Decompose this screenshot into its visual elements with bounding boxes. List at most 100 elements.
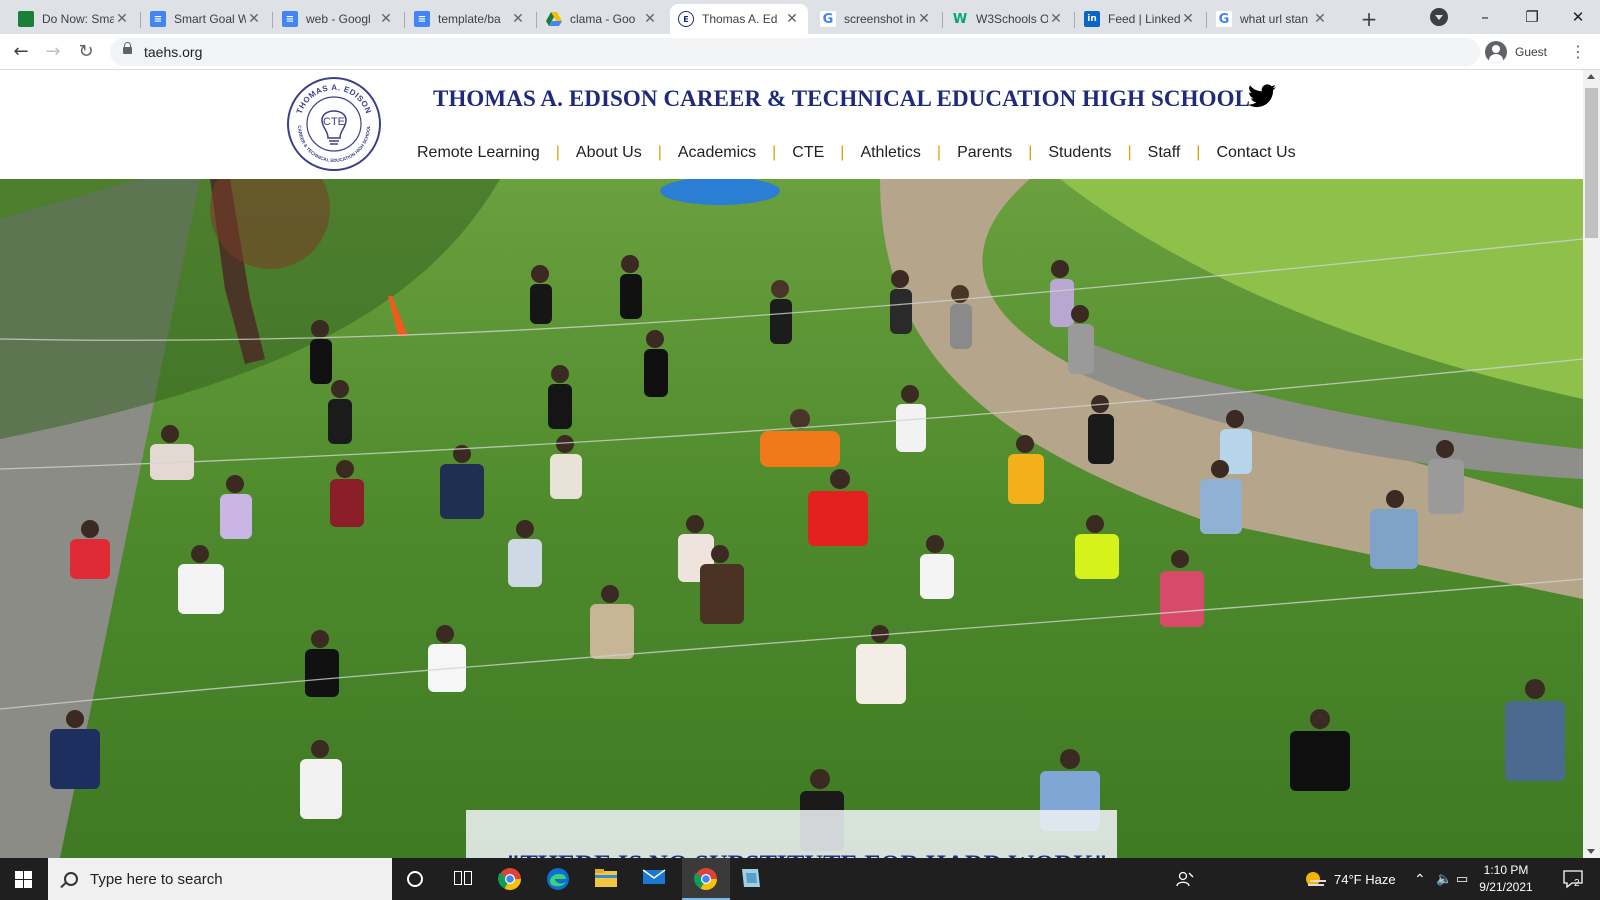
reload-icon[interactable]: ↻ — [73, 39, 99, 65]
nav-separator: | — [555, 144, 560, 161]
browser-tab[interactable]: in Feed | Linked ✕ — [1076, 4, 1204, 34]
task-view-icon[interactable] — [450, 867, 476, 891]
tab-divider — [942, 12, 943, 28]
edison-logo-icon: E — [678, 11, 694, 27]
new-tab-button[interactable]: + — [1355, 6, 1383, 32]
nav-parents[interactable]: Parents — [947, 144, 1022, 162]
hero-quote-box: "THERE IS NO SUBSTITUTE FOR HARD WORK" — [466, 810, 1117, 858]
back-arrow-icon[interactable]: ← — [8, 39, 34, 65]
browser-tab[interactable]: clama - Goo ✕ — [538, 4, 666, 34]
w3schools-icon: W — [952, 11, 968, 27]
browser-tab[interactable]: ≡ web - Googl ✕ — [274, 4, 402, 34]
nav-students[interactable]: Students — [1038, 144, 1121, 162]
windows-taskbar: Type here to search 74°F Haze ⌃ 🔈 ▭ 1:10… — [0, 858, 1600, 900]
browser-tab-active[interactable]: E Thomas A. Ed ✕ — [670, 4, 808, 34]
tab-divider — [1074, 12, 1075, 28]
nav-remote-learning[interactable]: Remote Learning — [417, 144, 550, 162]
close-tab-icon[interactable]: ✕ — [1180, 11, 1196, 27]
volume-icon[interactable]: 🔈 — [1436, 858, 1452, 900]
forward-arrow-icon[interactable]: → — [40, 39, 66, 65]
lock-icon[interactable] — [123, 42, 132, 54]
twitter-icon[interactable] — [1248, 84, 1276, 108]
linkedin-icon: in — [1084, 11, 1100, 27]
taskbar-search-placeholder: Type here to search — [90, 870, 223, 888]
nav-staff[interactable]: Staff — [1138, 144, 1191, 162]
tab-title: Thomas A. Ed — [702, 12, 778, 26]
minimize-icon[interactable]: – — [1465, 4, 1505, 30]
chevron-up-icon[interactable]: ⌃ — [1414, 858, 1426, 900]
weather-text: 74°F Haze — [1334, 871, 1396, 887]
nav-separator: | — [1196, 144, 1201, 161]
edge-icon[interactable] — [546, 867, 572, 891]
google-docs-icon: ≡ — [414, 11, 430, 27]
browser-tab[interactable]: G what url stan ✕ — [1208, 4, 1336, 34]
close-tab-icon[interactable]: ✕ — [510, 11, 526, 27]
close-tab-icon[interactable]: ✕ — [378, 11, 394, 27]
site-header: THOMAS A. EDISON CAREER & TECHNICAL EDUC… — [0, 70, 1583, 179]
site-title[interactable]: THOMAS A. EDISON CAREER & TECHNICAL EDUC… — [433, 86, 1250, 112]
profile-label: Guest — [1515, 45, 1548, 59]
browser-toolbar: ← → ↻ taehs.org Guest ⋮ — [0, 34, 1600, 70]
people-icon[interactable] — [1176, 858, 1194, 900]
hero-photo — [0, 179, 1583, 858]
tab-divider — [536, 12, 537, 28]
scroll-up-arrow-icon[interactable] — [1587, 74, 1595, 79]
tab-title: W3Schools O — [976, 12, 1048, 26]
nav-cte[interactable]: CTE — [782, 144, 834, 162]
close-tab-icon[interactable]: ✕ — [916, 11, 932, 27]
url-text[interactable]: taehs.org — [144, 44, 202, 60]
restore-icon[interactable]: ❐ — [1512, 4, 1552, 30]
nav-academics[interactable]: Academics — [668, 144, 766, 162]
nav-separator: | — [1028, 144, 1033, 161]
chrome-icon[interactable] — [498, 867, 524, 891]
browser-tab[interactable]: ≡ Smart Goal W ✕ — [142, 4, 270, 34]
scroll-down-arrow-icon[interactable] — [1587, 849, 1595, 854]
google-icon: G — [1216, 11, 1232, 27]
weather-haze-icon — [1306, 872, 1326, 886]
close-tab-icon[interactable]: ✕ — [642, 11, 658, 27]
nav-separator: | — [1127, 144, 1132, 161]
notification-icon[interactable]: 2 — [1562, 858, 1584, 900]
weather-widget[interactable]: 74°F Haze — [1304, 858, 1396, 900]
main-navigation: Remote Learning | About Us | Academics |… — [417, 144, 1306, 162]
browser-tab[interactable]: Do Now: Sma ✕ — [10, 4, 138, 34]
nav-contact-us[interactable]: Contact Us — [1206, 144, 1305, 162]
profile-button[interactable]: Guest — [1485, 39, 1547, 65]
clock-date: 9/21/2021 — [1479, 880, 1533, 894]
close-tab-icon[interactable]: ✕ — [246, 11, 262, 27]
chrome-active-taskbar-item[interactable] — [682, 858, 730, 900]
tab-title: what url stan — [1240, 12, 1309, 26]
close-window-icon[interactable]: ✕ — [1558, 4, 1598, 30]
system-clock[interactable]: 1:10 PM 9/21/2021 — [1466, 862, 1546, 896]
avatar-icon — [1485, 41, 1507, 63]
scroll-thumb[interactable] — [1585, 88, 1598, 238]
taskbar-search-box[interactable]: Type here to search — [48, 858, 392, 900]
file-explorer-icon[interactable] — [594, 867, 620, 891]
page-scrollbar[interactable] — [1583, 70, 1600, 858]
close-tab-icon[interactable]: ✕ — [1048, 11, 1064, 27]
nav-separator: | — [772, 144, 777, 161]
web-page: THOMAS A. EDISON CAREER & TECHNICAL EDUC… — [0, 70, 1583, 858]
address-bar[interactable]: taehs.org — [110, 38, 1480, 66]
close-tab-icon[interactable]: ✕ — [784, 11, 800, 27]
hero-quote: "THERE IS NO SUBSTITUTE FOR HARD WORK" — [506, 850, 1108, 858]
nav-athletics[interactable]: Athletics — [850, 144, 930, 162]
tab-search-icon[interactable] — [1430, 8, 1448, 26]
cortana-icon[interactable] — [402, 867, 428, 891]
mail-icon[interactable] — [642, 867, 668, 891]
close-tab-icon[interactable]: ✕ — [1312, 11, 1328, 27]
browser-tab-strip: Do Now: Sma ✕ ≡ Smart Goal W ✕ ≡ web - G… — [0, 0, 1600, 34]
chrome-icon — [694, 868, 717, 890]
browser-tab[interactable]: G screenshot in ✕ — [812, 4, 940, 34]
windows-start-icon[interactable] — [0, 858, 48, 900]
browser-tab[interactable]: ≡ template/ba ✕ — [406, 4, 534, 34]
tab-divider — [404, 12, 405, 28]
nav-about-us[interactable]: About Us — [566, 144, 652, 162]
google-icon: G — [820, 11, 836, 27]
close-tab-icon[interactable]: ✕ — [114, 11, 130, 27]
more-menu-icon[interactable]: ⋮ — [1568, 39, 1588, 65]
snipping-tool-icon[interactable] — [738, 867, 764, 891]
school-logo[interactable]: THOMAS A. EDISON CAREER & TECHNICAL EDUC… — [286, 76, 382, 172]
browser-tab[interactable]: W W3Schools O ✕ — [944, 4, 1072, 34]
tab-title: template/ba — [438, 12, 501, 26]
